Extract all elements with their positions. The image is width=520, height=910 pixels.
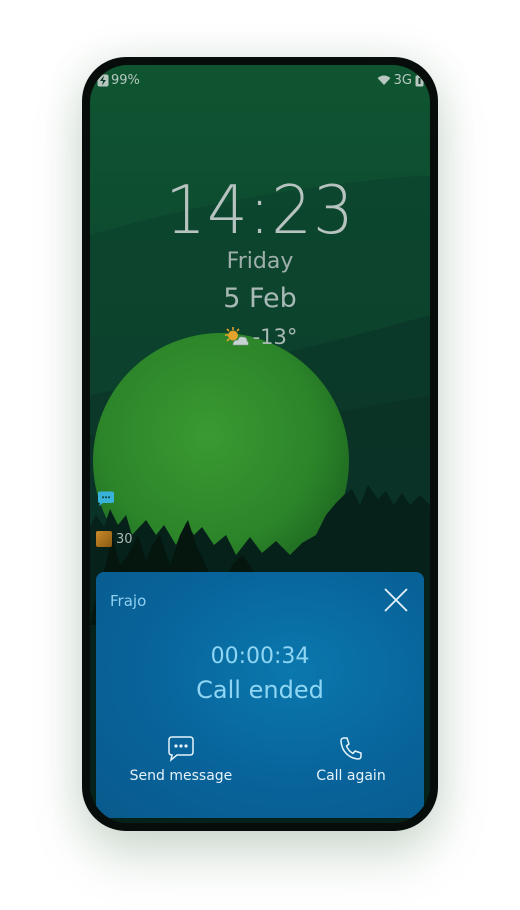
- notification-count: 30: [116, 531, 133, 547]
- call-ended-panel: Frajo 00:00:34 Call ended Send message C…: [96, 572, 424, 818]
- chat-bubble-icon[interactable]: [96, 491, 116, 507]
- call-again-label: Call again: [316, 768, 386, 784]
- close-icon[interactable]: [382, 586, 410, 614]
- phone-frame: 99% 3G 14:23 Friday 5 Feb -13° 30 Frajo …: [82, 57, 438, 831]
- date: 5 Feb: [223, 283, 297, 314]
- app-icon: [96, 531, 112, 547]
- call-status: Call ended: [196, 676, 324, 704]
- weather-widget: -13°: [90, 325, 430, 349]
- charging-bolt-icon: [97, 74, 109, 87]
- clock-time: 14:23: [165, 172, 355, 250]
- phone-icon: [340, 737, 362, 760]
- partly-sunny-icon: [224, 327, 249, 346]
- message-icon: [168, 736, 194, 762]
- send-message-label: Send message: [129, 768, 233, 784]
- caller-name: Frajo: [110, 592, 147, 610]
- battery-icon: [415, 74, 424, 87]
- network-type: 3G: [393, 73, 412, 88]
- call-duration: 00:00:34: [210, 644, 310, 669]
- battery-percent: 99%: [111, 73, 140, 88]
- status-bar: 99% 3G: [90, 65, 430, 95]
- call-again-button[interactable]: Call again: [296, 736, 406, 784]
- weekday: Friday: [226, 249, 294, 274]
- send-message-button[interactable]: Send message: [126, 736, 236, 784]
- app-notification[interactable]: 30: [96, 531, 133, 547]
- lock-screen: 99% 3G 14:23 Friday 5 Feb -13° 30 Frajo …: [90, 65, 430, 823]
- wifi-icon: [377, 75, 391, 85]
- temperature: -13°: [252, 325, 298, 349]
